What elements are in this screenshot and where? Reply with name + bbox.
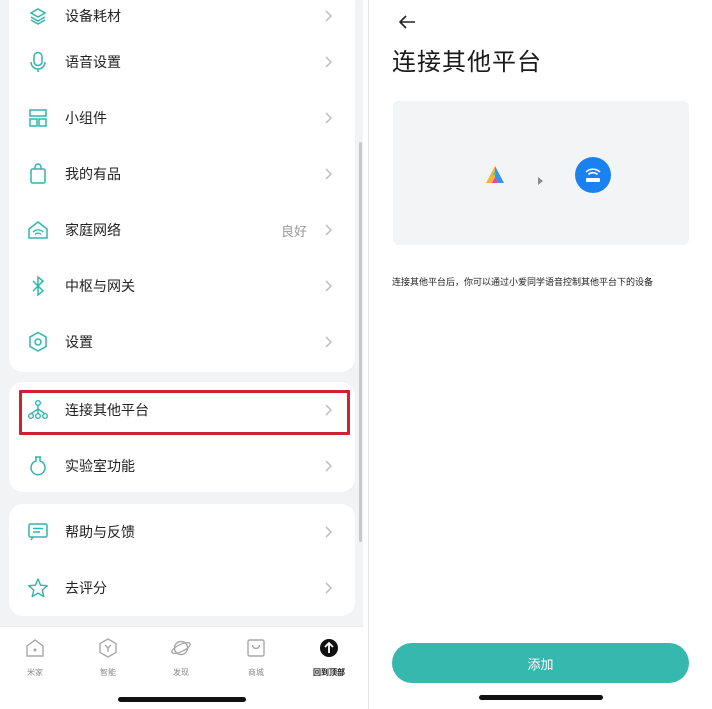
bottom-tab-bar: 米家 智能 发现 商城 回到顶部 [0, 626, 363, 709]
menu-item-widgets[interactable]: 小组件 [9, 90, 355, 146]
network-status-value: 良好 [280, 224, 307, 240]
scrollbar[interactable] [359, 142, 362, 542]
menu-item-help-feedback[interactable]: 帮助与反馈 [9, 504, 355, 560]
home-indicator [479, 695, 603, 700]
menu-item-label: 设备耗材 [65, 9, 121, 25]
menu-item-label: 去评分 [65, 581, 107, 597]
chevron-right-icon [323, 460, 335, 472]
menu-item-rate[interactable]: 去评分 [9, 560, 355, 616]
smart-tab-icon [97, 637, 119, 663]
menu-item-home-network[interactable]: 家庭网络 良好 [9, 202, 355, 258]
flask-icon [27, 455, 49, 477]
widget-icon [27, 107, 49, 129]
menu-item-hub-gateway[interactable]: 中枢与网关 [9, 258, 355, 314]
tab-label: 回到顶部 [313, 668, 345, 677]
menu-item-label: 家庭网络 [65, 223, 121, 239]
tab-label: 智能 [100, 668, 116, 677]
tab-discover[interactable]: 发现 [151, 637, 211, 681]
highlight-box [19, 390, 350, 435]
chevron-right-icon [323, 582, 335, 594]
platform-description: 连接其他平台后，你可以通过小爱同学语音控制其他平台下的设备 [392, 278, 654, 288]
chevron-right-icon [323, 168, 335, 180]
menu-item-settings[interactable]: 设置 [9, 314, 355, 370]
tab-label: 商城 [248, 668, 264, 677]
tab-back-to-top[interactable]: 回到顶部 [299, 637, 359, 681]
settings-screen: 设备耗材 语音设置 小组件 我的有品 家庭网络 良好 中枢与网关 设置 连接其他… [0, 0, 363, 709]
chevron-right-icon [323, 336, 335, 348]
shopping-bag-icon [27, 163, 49, 185]
star-icon [27, 577, 49, 599]
feedback-icon [27, 521, 49, 543]
bluetooth-icon [27, 275, 49, 297]
planet-tab-icon [170, 637, 192, 663]
menu-item-voice-settings[interactable]: 语音设置 [9, 34, 355, 90]
tab-smart[interactable]: 智能 [78, 637, 138, 681]
chevron-right-icon [323, 10, 335, 22]
arrow-left-icon [398, 15, 415, 29]
platform-illustration [393, 101, 689, 245]
menu-item-label: 我的有品 [65, 167, 121, 183]
tab-store[interactable]: 商城 [226, 637, 286, 681]
chevron-right-icon [323, 56, 335, 68]
home-indicator [118, 697, 246, 702]
chevron-right-icon [323, 112, 335, 124]
chevron-right-icon [538, 170, 543, 189]
tab-label: 米家 [27, 668, 43, 677]
settings-card-main: 设备耗材 语音设置 小组件 我的有品 家庭网络 良好 中枢与网关 设置 [9, 0, 355, 372]
home-tab-icon [24, 637, 46, 663]
arrow-up-circle-icon [318, 637, 340, 663]
add-button[interactable]: 添加 [392, 643, 689, 683]
store-tab-icon [245, 637, 267, 663]
chevron-right-icon [323, 280, 335, 292]
tab-label: 发现 [173, 668, 189, 677]
menu-item-label: 语音设置 [65, 55, 121, 71]
home-wifi-icon [27, 219, 49, 241]
consumables-icon [27, 5, 49, 27]
menu-item-label: 中枢与网关 [65, 279, 135, 295]
menu-item-label: 帮助与反馈 [65, 525, 135, 541]
chevron-right-icon [323, 526, 335, 538]
platform-badge-icon [575, 157, 611, 197]
menu-item-youpin[interactable]: 我的有品 [9, 146, 355, 202]
xiaoai-logo-icon [485, 165, 505, 189]
back-button[interactable] [395, 10, 419, 34]
settings-hexagon-icon [27, 331, 49, 353]
menu-item-label: 小组件 [65, 111, 107, 127]
connect-platform-screen: 连接其他平台 连接其他平台后，你可以通过小爱同学语音控制其他平台下的设备 添加 [368, 0, 712, 709]
menu-item-lab-features[interactable]: 实验室功能 [9, 438, 355, 492]
settings-card-help: 帮助与反馈 去评分 [9, 504, 355, 616]
menu-item-label: 设置 [65, 335, 93, 351]
microphone-icon [27, 51, 49, 73]
chevron-right-icon [323, 224, 335, 236]
tab-home[interactable]: 米家 [5, 637, 65, 681]
page-title: 连接其他平台 [392, 48, 542, 76]
menu-item-label: 实验室功能 [65, 459, 135, 475]
